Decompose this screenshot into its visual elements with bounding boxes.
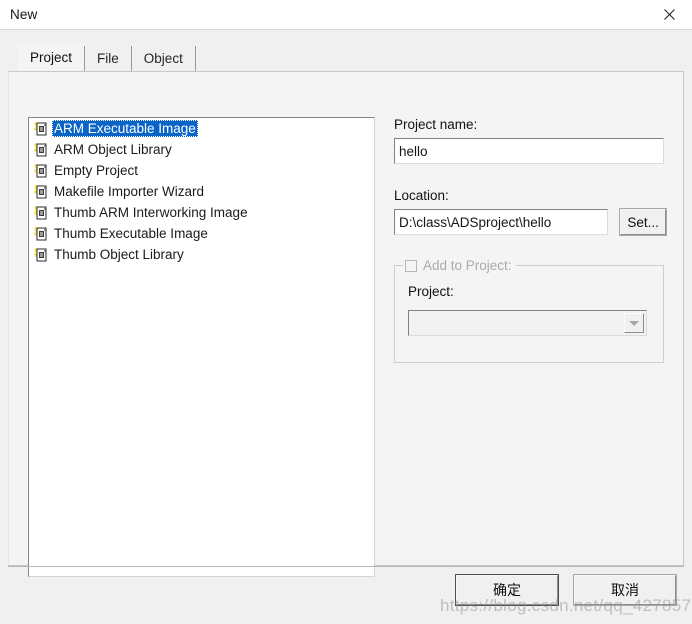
cancel-button[interactable]: 取消 [574, 575, 676, 605]
set-location-button[interactable]: Set... [620, 209, 666, 235]
project-name-input[interactable] [394, 138, 664, 164]
project-combo-label: Project: [408, 284, 454, 299]
project-document-icon [34, 184, 47, 198]
project-document-icon [34, 142, 47, 156]
project-document-icon [33, 163, 49, 179]
tab-strip: Project File Object [18, 44, 196, 71]
title-bar: New [0, 0, 692, 30]
list-item-label: Thumb Object Library [54, 247, 184, 262]
project-type-list[interactable]: ARM Executable Image ARM Object Library Em… [28, 117, 375, 577]
list-item[interactable]: Makefile Importer Wizard [29, 181, 374, 202]
list-item[interactable]: Thumb Executable Image [29, 223, 374, 244]
window-title: New [10, 7, 38, 22]
project-document-icon [33, 142, 49, 158]
list-item[interactable]: Empty Project [29, 160, 374, 181]
project-document-icon [33, 226, 49, 242]
project-settings-form: Project name: Location: Set... Add to Pr… [394, 117, 666, 363]
list-item[interactable]: Thumb ARM Interworking Image [29, 202, 374, 223]
project-document-icon [34, 247, 47, 261]
add-to-project-checkbox[interactable] [405, 259, 417, 272]
close-button[interactable] [646, 0, 692, 29]
project-document-icon [34, 205, 47, 219]
list-item-label: Empty Project [54, 163, 139, 178]
project-document-icon [34, 121, 47, 135]
project-document-icon [33, 247, 49, 263]
project-document-icon [34, 226, 47, 240]
tab-object[interactable]: Object [130, 46, 196, 71]
project-document-icon [33, 184, 49, 200]
project-combobox[interactable] [408, 310, 647, 336]
tab-panel-project: ARM Executable Image ARM Object Library Em… [8, 71, 684, 577]
chevron-down-icon[interactable] [624, 313, 644, 333]
tab-project-label: Project [30, 50, 73, 65]
project-name-label: Project name: [394, 117, 478, 132]
location-input[interactable] [394, 209, 609, 235]
chevron-down-glyph [629, 320, 639, 326]
ok-button[interactable]: 确定 [456, 575, 558, 605]
tab-file-label: File [97, 51, 119, 66]
close-icon [663, 9, 675, 20]
location-row: Set... [394, 209, 666, 235]
footer-separator [8, 566, 684, 567]
list-item-label: ARM Object Library [54, 142, 172, 157]
tab-project[interactable]: Project [18, 44, 85, 71]
list-item-label: Makefile Importer Wizard [54, 184, 205, 199]
list-item[interactable]: ARM Executable Image [29, 118, 374, 139]
project-document-icon [34, 163, 47, 177]
dialog-body: Project File Object ARM Executable Image… [0, 30, 692, 624]
add-to-project-label: Add to Project: [423, 258, 512, 273]
tab-object-label: Object [143, 51, 183, 66]
location-label: Location: [394, 188, 449, 203]
list-item-label: Thumb ARM Interworking Image [54, 205, 248, 220]
list-item[interactable]: ARM Object Library [29, 139, 374, 160]
project-document-icon [33, 205, 49, 221]
add-to-project-group: Add to Project: Project: [394, 257, 664, 363]
project-document-icon [33, 121, 49, 137]
footer-buttons: 确定 取消 [456, 575, 676, 605]
tab-file[interactable]: File [84, 46, 131, 71]
list-item[interactable]: Thumb Object Library [29, 244, 374, 265]
add-to-project-legend: Add to Project: [403, 257, 516, 274]
list-item-label: Thumb Executable Image [54, 226, 208, 241]
list-item-label: ARM Executable Image [52, 120, 198, 137]
